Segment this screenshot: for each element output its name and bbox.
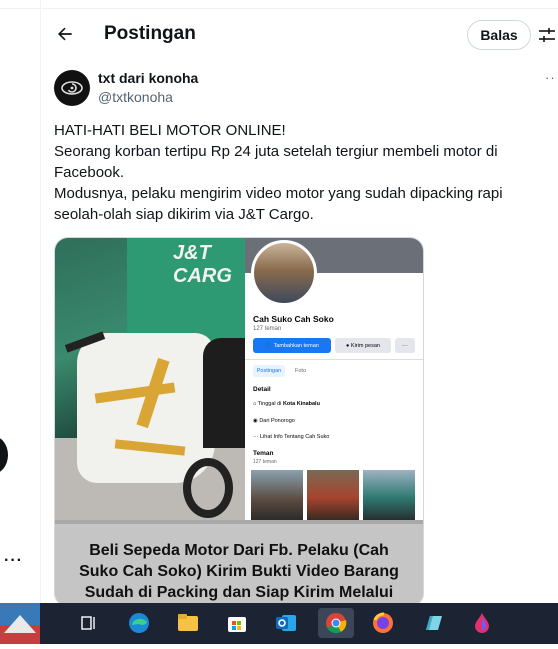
- tab-photos: Foto: [295, 368, 307, 374]
- app-drop-icon[interactable]: [467, 608, 497, 638]
- author-avatar[interactable]: [54, 70, 90, 106]
- edge-icon[interactable]: [124, 608, 154, 638]
- photo-sign-text: J&T CARG: [173, 242, 232, 287]
- message-button: ● Kirim pesan: [335, 338, 391, 353]
- account-avatar[interactable]: [0, 436, 8, 474]
- more-icon[interactable]: ··: [545, 70, 556, 85]
- from-row: ◉ Dari Ponorogo: [253, 418, 295, 424]
- media-caption: Beli Sepeda Motor Dari Fb. Pelaku (Cah S…: [55, 520, 423, 606]
- firefox-icon[interactable]: [368, 608, 398, 638]
- author-handle[interactable]: @txtkonoha: [98, 89, 173, 105]
- left-sidebar: ···: [0, 0, 41, 603]
- widgets-icon[interactable]: [0, 603, 40, 644]
- tab-posts: Postingan: [253, 365, 285, 377]
- microsoft-store-icon[interactable]: [222, 608, 252, 638]
- file-explorer-icon[interactable]: [173, 608, 203, 638]
- tweet-text: HATI-HATI BELI MOTOR ONLINE! Seorang kor…: [54, 120, 544, 225]
- lives-in-row: ⌂ Tinggal di Kota Kinabalu: [253, 401, 320, 407]
- facebook-profile-screenshot: Cah Suko Cah Soko 127 teman 👤 Tambahkan …: [245, 238, 423, 520]
- tweet-media[interactable]: J&T CARG Cah Suko Cah Soko 127 teman 👤 T…: [54, 237, 424, 607]
- back-arrow-icon[interactable]: [53, 22, 77, 46]
- profile-friends: 127 teman: [253, 326, 282, 332]
- friend-thumb: [307, 470, 359, 520]
- see-info-row: ··· Lihat Info Tentang Cah Suko: [253, 434, 330, 440]
- tweet-line: Modusnya, pelaku mengirim video motor ya…: [54, 185, 503, 223]
- caption-text: Beli Sepeda Motor Dari Fb. Pelaku (Cah S…: [79, 542, 399, 606]
- chrome-icon[interactable]: [318, 608, 354, 638]
- tweet-line: HATI-HATI BELI MOTOR ONLINE!: [54, 122, 286, 139]
- friends-heading: Teman: [253, 450, 274, 457]
- friends-count: 127 teman: [253, 459, 277, 465]
- task-view-icon[interactable]: [74, 608, 104, 638]
- tweet-line: Seorang korban tertipu Rp 24 juta setela…: [54, 143, 498, 181]
- settings-sliders-icon[interactable]: [538, 26, 556, 44]
- add-friend-button: 👤 Tambahkan teman: [253, 338, 331, 353]
- reply-button[interactable]: Balas: [467, 20, 531, 50]
- author-name[interactable]: txt dari konoha: [98, 70, 198, 86]
- profile-picture: [251, 240, 317, 306]
- friend-thumb: [363, 470, 415, 520]
- more-options-icon[interactable]: ···: [4, 552, 23, 570]
- notepad-icon[interactable]: [418, 608, 448, 638]
- windows-taskbar: [0, 603, 558, 644]
- page-title: Postingan: [104, 23, 196, 44]
- profile-more-button: ···: [395, 338, 415, 353]
- motorcycle-photo: J&T CARG: [55, 238, 245, 520]
- friend-thumb: [251, 470, 303, 520]
- outlook-icon[interactable]: [271, 608, 301, 638]
- profile-name: Cah Suko Cah Soko: [253, 314, 334, 324]
- post-header: Postingan Balas: [41, 9, 558, 59]
- detail-heading: Detail: [253, 386, 271, 393]
